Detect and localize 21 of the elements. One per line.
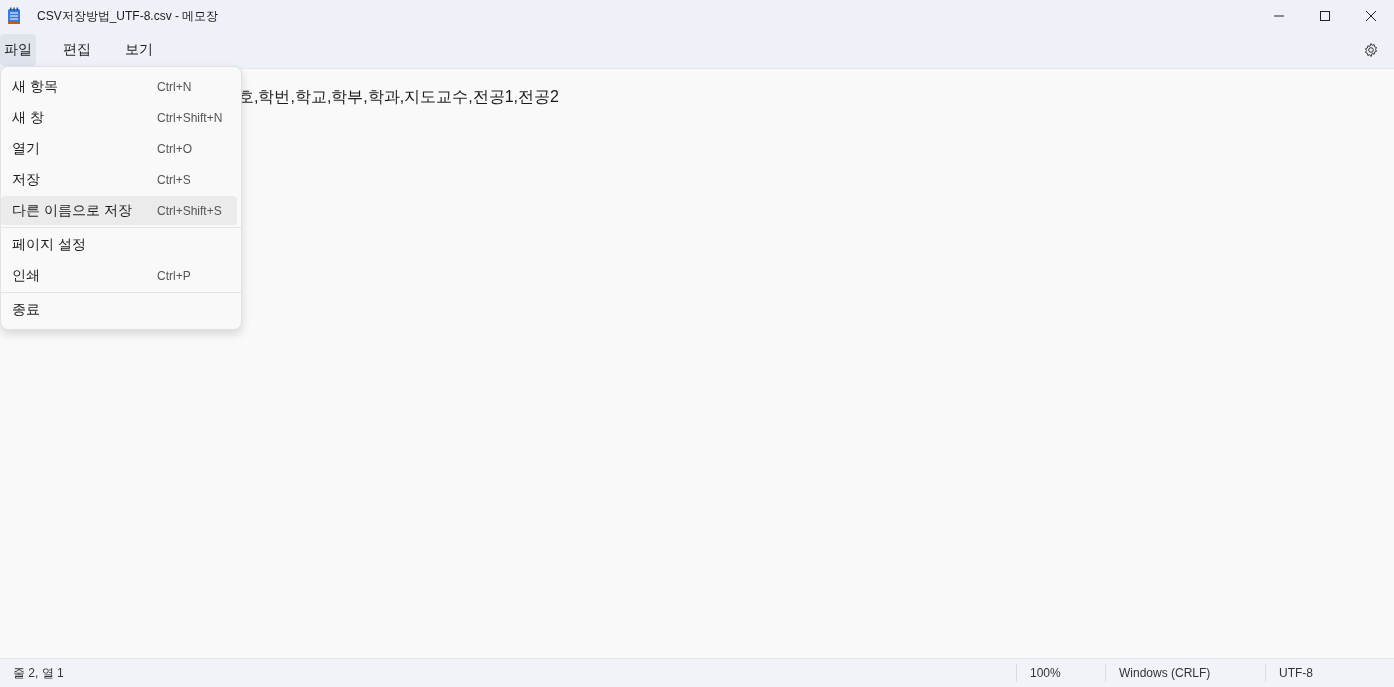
menu-option[interactable]: 열기 Ctrl+O <box>1 134 237 163</box>
menu-option[interactable]: 저장 Ctrl+S <box>1 165 237 194</box>
editor-text: 호,학번,학교,학부,학과,지도교수,전공1,전공2 <box>238 88 559 105</box>
cursor-position: 줄 2, 열 1 <box>12 665 65 682</box>
settings-icon <box>1363 42 1379 58</box>
menu-item[interactable]: 파일 <box>0 34 36 66</box>
close-icon <box>1366 11 1376 21</box>
zoom-level: 100% <box>1016 664 1105 682</box>
encoding: UTF-8 <box>1265 664 1394 682</box>
menu-option[interactable]: 인쇄 Ctrl+P <box>1 261 237 290</box>
window-title: CSV저장방법_UTF-8.csv - 메모장 <box>37 7 219 25</box>
notepad-icon <box>7 7 21 25</box>
menu-option[interactable]: 다른 이름으로 저장 Ctrl+Shift+S <box>1 196 237 225</box>
line-ending: Windows (CRLF) <box>1105 664 1265 682</box>
menu-item[interactable]: 편집 <box>49 34 105 66</box>
menu-option[interactable]: 새 항목 Ctrl+N <box>1 72 237 101</box>
menu-item[interactable]: 보기 <box>111 34 167 66</box>
maximize-icon <box>1320 11 1330 21</box>
menu-option[interactable]: 종료 <box>1 295 237 324</box>
menu-option[interactable]: 페이지 설정 <box>1 230 237 259</box>
menu-option[interactable]: 새 창 Ctrl+Shift+N <box>1 103 237 132</box>
